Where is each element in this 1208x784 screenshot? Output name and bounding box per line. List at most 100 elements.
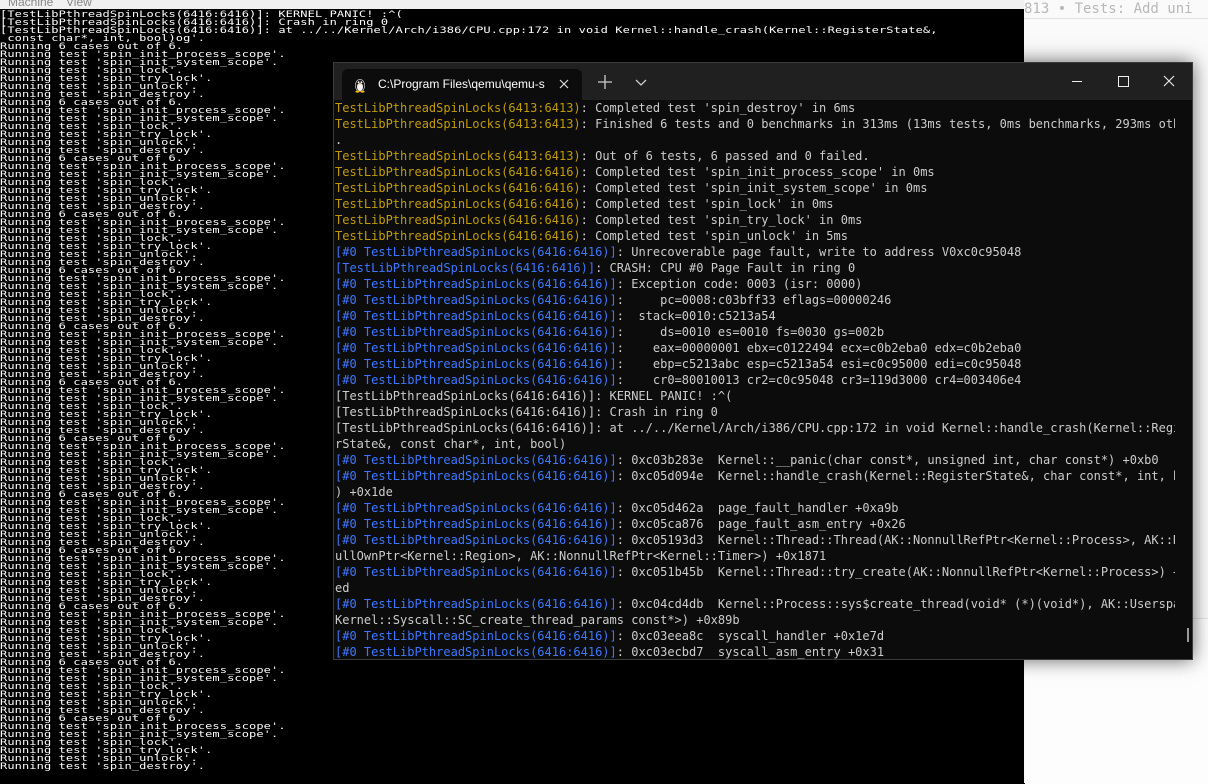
console-line: Running test 'spin_init_process_scope'. — [0, 665, 286, 676]
log-text: : Completed test 'spin_init_system_scope… — [580, 181, 928, 195]
log-text: : cr0=80010013 cr2=c0c95048 cr3=119d3000… — [616, 373, 1022, 387]
log-text: : Out of 6 tests, 6 passed and 0 failed. — [580, 149, 870, 163]
terminal-line: TestLibPthreadSpinLocks(6413:6413): Out … — [335, 149, 1175, 165]
log-text: . — [335, 133, 343, 147]
console-line: [TestLibPthreadSpinLocks(6416:6416)]: Cr… — [0, 17, 389, 28]
qemu-menubar: Machine View — [0, 0, 1024, 9]
console-line: Running test 'spin_destroy'. — [0, 761, 206, 772]
terminal-line: ullOwnPtr<Kernel::Region>, AK::NonnullRe… — [335, 549, 1175, 565]
terminal-line: . — [335, 133, 1175, 149]
console-line: Running test 'spin_destroy'. — [0, 705, 206, 716]
log-text: [TestLibPthreadSpinLocks(6416:6416)]: at… — [335, 421, 1175, 435]
terminal-line: [TestLibPthreadSpinLocks(6416:6416)]: KE… — [335, 389, 1175, 405]
log-text: : 0xc04cd4db Kernel::Process::sys$create… — [616, 597, 1175, 611]
terminal-line: [TestLibPthreadSpinLocks(6416:6416)]: Cr… — [335, 405, 1175, 421]
log-prefix: [#0 TestLibPthreadSpinLocks(6416:6416)] — [335, 453, 617, 467]
log-prefix: TestLibPthreadSpinLocks(6416:6416) — [335, 197, 581, 211]
log-text: : 0xc03b283e Kernel::__panic(char const*… — [616, 453, 1159, 467]
terminal-output[interactable]: TestLibPthreadSpinLocks(6413:6413): Comp… — [334, 100, 1192, 659]
terminal-line: [#0 TestLibPthreadSpinLocks(6416:6416)]:… — [335, 469, 1175, 485]
terminal-line: ed — [335, 581, 1175, 597]
console-line: Running 6 cases out of 6. — [0, 41, 184, 52]
console-line: Running test 'spin_init_process_scope'. — [0, 721, 286, 732]
terminal-line: [#0 TestLibPthreadSpinLocks(6416:6416)]:… — [335, 565, 1175, 581]
log-text: : 0xc03eea8c syscall_handler +0x1e7d — [616, 629, 885, 643]
terminal-line: rState&, const char*, int, bool) — [335, 437, 1175, 453]
log-text: [TestLibPthreadSpinLocks(6416:6416)]: Cr… — [335, 405, 718, 419]
linux-penguin-icon — [352, 77, 368, 93]
log-prefix: TestLibPthreadSpinLocks(6416:6416) — [335, 229, 581, 243]
terminal-line: TestLibPthreadSpinLocks(6416:6416): Comp… — [335, 229, 1175, 245]
log-text: : Completed test 'spin_init_process_scop… — [580, 165, 935, 179]
log-text: [TestLibPthreadSpinLocks(6416:6416)]: KE… — [335, 389, 733, 403]
terminal-line: [#0 TestLibPthreadSpinLocks(6416:6416)]:… — [335, 293, 1175, 309]
console-line: [TestLibPthreadSpinLocks(6416:6416)]: at… — [0, 25, 938, 36]
log-text: : Completed test 'spin_unlock' in 5ms — [580, 229, 848, 243]
log-prefix: TestLibPthreadSpinLocks(6416:6416) — [335, 181, 581, 195]
log-text: : 0xc03ecbd7 syscall_asm_entry +0x31 — [616, 645, 885, 659]
terminal-line: [#0 TestLibPthreadSpinLocks(6416:6416)]:… — [335, 373, 1175, 389]
console-line: Running test 'spin_init_system_scope'. — [0, 729, 279, 740]
log-prefix: [#0 TestLibPthreadSpinLocks(6416:6416)] — [335, 373, 617, 387]
terminal-line: ) +0x1de — [335, 485, 1175, 501]
log-text: Kernel::Syscall::SC_create_thread_params… — [335, 613, 740, 627]
terminal-window: C:\Program Files\qemu\qemu-s TestLibPthr… — [333, 62, 1193, 660]
terminal-line: [#0 TestLibPthreadSpinLocks(6416:6416)]:… — [335, 453, 1175, 469]
log-prefix: [#0 TestLibPthreadSpinLocks(6416:6416)] — [335, 469, 617, 483]
log-prefix: [#0 TestLibPthreadSpinLocks(6416:6416)] — [335, 533, 617, 547]
new-tab-plus-icon[interactable] — [594, 71, 616, 93]
log-prefix: [#0 TestLibPthreadSpinLocks(6416:6416)] — [335, 501, 617, 515]
log-text: : 0xc05193d3 Kernel::Thread::Thread(AK::… — [616, 533, 1175, 547]
terminal-line: [#0 TestLibPthreadSpinLocks(6416:6416)]:… — [335, 341, 1175, 357]
menu-machine[interactable]: Machine — [8, 0, 53, 9]
terminal-line: Kernel::Syscall::SC_create_thread_params… — [335, 613, 1175, 629]
log-text: : 0xc05d094e Kernel::handle_crash(Kernel… — [616, 469, 1175, 483]
log-text: : Completed test 'spin_lock' in 0ms — [580, 197, 834, 211]
log-text: : Unrecoverable page fault, write to add… — [616, 245, 1022, 259]
log-text: : Completed test 'spin_destroy' in 6ms — [580, 101, 856, 115]
maximize-icon[interactable] — [1100, 63, 1146, 100]
log-text: ) +0x1de — [335, 485, 393, 499]
terminal-line: [#0 TestLibPthreadSpinLocks(6416:6416)]:… — [335, 325, 1175, 341]
log-text: : eax=00000001 ebx=c0122494 ecx=c0b2eba0… — [616, 341, 1022, 355]
log-prefix: [#0 TestLibPthreadSpinLocks(6416:6416)] — [335, 629, 617, 643]
log-text: : 0xc05d462a page_fault_handler +0xa9b — [616, 501, 899, 515]
minimize-icon[interactable] — [1054, 63, 1100, 100]
terminal-line: [TestLibPthreadSpinLocks(6416:6416)]: CR… — [335, 261, 1175, 277]
log-text: : stack=0010:c5213a54 — [616, 309, 776, 323]
console-line: Running test 'spin_try_lock'. — [0, 689, 213, 700]
terminal-line: [#0 TestLibPthreadSpinLocks(6416:6416)]:… — [335, 245, 1175, 261]
log-prefix: TestLibPthreadSpinLocks(6413:6413) — [335, 101, 581, 115]
terminal-line: TestLibPthreadSpinLocks(6413:6413): Fini… — [335, 117, 1175, 133]
terminal-scrollbar[interactable] — [1187, 628, 1189, 642]
log-text: : Completed test 'spin_try_lock' in 0ms — [580, 213, 863, 227]
terminal-line: [#0 TestLibPthreadSpinLocks(6416:6416)]:… — [335, 357, 1175, 373]
log-prefix: [#0 TestLibPthreadSpinLocks(6416:6416)] — [335, 565, 617, 579]
log-prefix: TestLibPthreadSpinLocks(6413:6413) — [335, 117, 581, 131]
terminal-titlebar[interactable]: C:\Program Files\qemu\qemu-s — [334, 63, 1192, 100]
log-prefix: TestLibPthreadSpinLocks(6416:6416) — [335, 165, 581, 179]
terminal-line: TestLibPthreadSpinLocks(6416:6416): Comp… — [335, 165, 1175, 181]
log-prefix: [#0 TestLibPthreadSpinLocks(6416:6416)] — [335, 293, 617, 307]
console-line: Running test 'spin_unlock'. — [0, 753, 198, 764]
tab-close-icon[interactable] — [554, 74, 574, 94]
log-text: : 0xc05ca876 page_fault_asm_entry +0x26 — [616, 517, 906, 531]
log-prefix: [#0 TestLibPthreadSpinLocks(6416:6416)] — [335, 597, 617, 611]
tab-title: C:\Program Files\qemu\qemu-s — [378, 77, 545, 91]
terminal-line: [#0 TestLibPthreadSpinLocks(6416:6416)]:… — [335, 501, 1175, 517]
terminal-line: [#0 TestLibPthreadSpinLocks(6416:6416)]:… — [335, 597, 1175, 613]
terminal-line: [#0 TestLibPthreadSpinLocks(6416:6416)]:… — [335, 517, 1175, 533]
menu-view[interactable]: View — [66, 0, 92, 9]
terminal-line: [#0 TestLibPthreadSpinLocks(6416:6416)]:… — [335, 533, 1175, 549]
log-prefix: TestLibPthreadSpinLocks(6416:6416) — [335, 213, 581, 227]
tab-qemu[interactable]: C:\Program Files\qemu\qemu-s — [342, 69, 582, 100]
chevron-down-icon[interactable] — [630, 71, 652, 93]
log-prefix: [#0 TestLibPthreadSpinLocks(6416:6416)] — [335, 277, 617, 291]
console-line: Running test 'spin_init_process_scope'. — [0, 49, 286, 60]
console-line: [TestLibPthreadSpinLocks(6416:6416)]: KE… — [0, 9, 403, 20]
console-line: Running 6 cases out of 6. — [0, 713, 184, 724]
close-icon[interactable] — [1146, 63, 1192, 100]
console-line: Running test 'spin_lock'. — [0, 681, 184, 692]
console-line: Running test 'spin_lock'. — [0, 737, 184, 748]
terminal-line: TestLibPthreadSpinLocks(6416:6416): Comp… — [335, 213, 1175, 229]
